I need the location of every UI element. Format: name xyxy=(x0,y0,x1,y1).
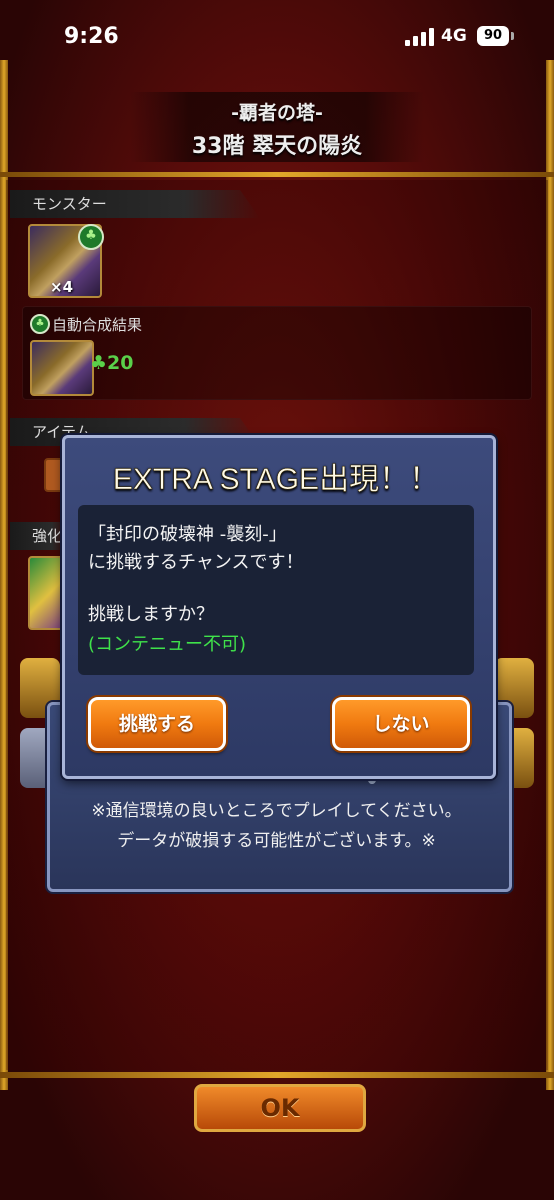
auto-synthesis-label: 自動合成結果 xyxy=(52,316,143,334)
network-type: 4G xyxy=(441,26,467,46)
signal-icon xyxy=(405,28,435,46)
status-bar: 9:26 4G 90 xyxy=(0,0,554,72)
clover-value-number: 20 xyxy=(107,352,134,374)
notice-line-1: ※通信環境の良いところでプレイしてください。 xyxy=(91,801,462,821)
dialog-line-2: に挑戦するチャンスです！ xyxy=(88,552,304,573)
ok-button[interactable]: OK xyxy=(194,1084,366,1132)
clover-value: ♣20 xyxy=(90,352,134,374)
battery-tip xyxy=(511,32,514,40)
challenge-button[interactable]: 挑戦する xyxy=(88,697,226,751)
synthesis-clover-icon: ♣ xyxy=(30,314,50,334)
strengthen-section-header: 強化 xyxy=(10,522,70,550)
synthesis-monster-thumbnail[interactable] xyxy=(30,340,94,396)
monster-section-header: モンスター xyxy=(10,190,260,218)
stage-title: 33階 翠天の陽炎 xyxy=(191,134,363,159)
clock: 9:26 xyxy=(64,24,119,49)
decline-button[interactable]: しない xyxy=(332,697,470,751)
dialog-line-3: 挑戦しますか？ xyxy=(88,604,214,625)
network-notice: ※通信環境の良いところでプレイしてください。 データが破損する可能性がございます… xyxy=(47,796,506,856)
dialog-line-1: 「封印の破壊神 -襲刻-」 xyxy=(88,524,287,545)
battery-icon: 90 xyxy=(477,26,509,46)
clover-icon: ♣ xyxy=(78,224,104,250)
frame-bottom xyxy=(0,1072,554,1078)
tower-title: -覇者の塔- xyxy=(231,102,323,124)
monster-count: ×4 xyxy=(50,278,74,296)
dialog-line-4: (コンテニュー不可) xyxy=(88,634,247,655)
dialog-title: EXTRA STAGE出現！！ xyxy=(112,463,440,497)
frame-top xyxy=(0,172,554,177)
notice-line-2: データが破損する可能性がございます。※ xyxy=(117,831,436,851)
